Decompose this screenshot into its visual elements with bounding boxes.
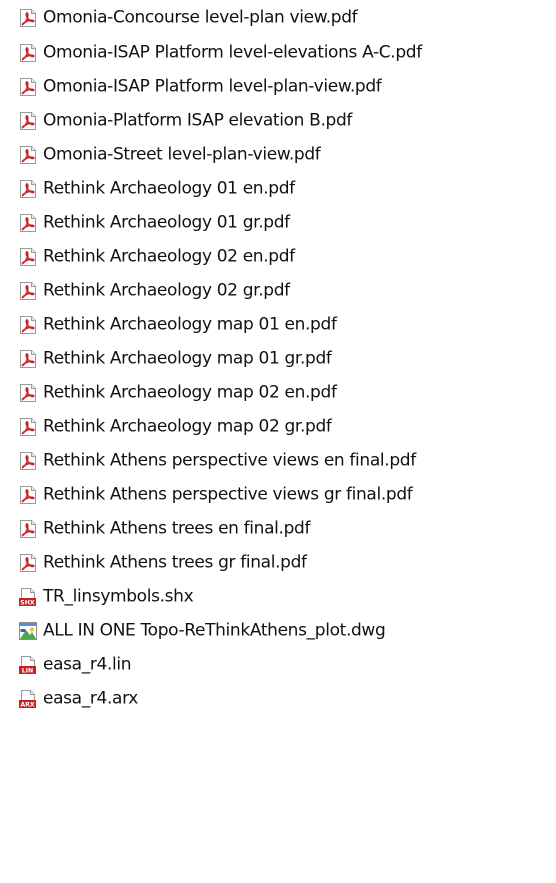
pdf-file-icon [18, 213, 38, 233]
arx-badge-text: ARX [20, 702, 35, 709]
file-list: Omonia-Concourse level-plan view.pdf Omo… [0, 0, 556, 716]
file-name: Rethink Archaeology map 02 en.pdf [43, 382, 337, 403]
pdf-file-icon [18, 179, 38, 199]
file-name: Rethink Archaeology 02 gr.pdf [43, 280, 290, 301]
file-name: Rethink Archaeology map 01 gr.pdf [43, 348, 332, 369]
file-row[interactable]: Omonia-ISAP Platform level-elevations A-… [0, 36, 556, 70]
file-name: Omonia-Street level-plan-view.pdf [43, 144, 321, 165]
file-name: TR_linsymbols.shx [43, 586, 194, 607]
file-name: Rethink Athens perspective views gr fina… [43, 484, 413, 505]
file-name: Rethink Athens trees gr final.pdf [43, 552, 307, 573]
file-row[interactable]: Rethink Archaeology map 01 en.pdf [0, 308, 556, 342]
shx-file-icon: SHX [18, 587, 38, 607]
file-row[interactable]: Omonia-Street level-plan-view.pdf [0, 138, 556, 172]
file-name: Rethink Athens perspective views en fina… [43, 450, 416, 471]
file-name: Rethink Archaeology 01 en.pdf [43, 178, 295, 199]
file-row[interactable]: Rethink Athens trees gr final.pdf [0, 546, 556, 580]
file-row[interactable]: Rethink Archaeology 02 gr.pdf [0, 274, 556, 308]
pdf-file-icon [18, 315, 38, 335]
file-row[interactable]: Omonia-Concourse level-plan view.pdf [0, 0, 556, 36]
pdf-file-icon [18, 247, 38, 267]
file-row[interactable]: Omonia-Platform ISAP elevation B.pdf [0, 104, 556, 138]
file-row[interactable]: Rethink Archaeology map 01 gr.pdf [0, 342, 556, 376]
file-row[interactable]: Rethink Athens trees en final.pdf [0, 512, 556, 546]
pdf-file-icon [18, 281, 38, 301]
file-name: Omonia-Concourse level-plan view.pdf [43, 7, 358, 28]
file-name: Rethink Archaeology map 01 en.pdf [43, 314, 337, 335]
pdf-file-icon [18, 417, 38, 437]
pdf-file-icon [18, 349, 38, 369]
lin-badge-text: LIN [22, 668, 33, 675]
pdf-file-icon [18, 553, 38, 573]
file-row[interactable]: Rethink Athens perspective views en fina… [0, 444, 556, 478]
file-name: easa_r4.lin [43, 654, 132, 675]
file-name: Rethink Athens trees en final.pdf [43, 518, 311, 539]
file-name: Rethink Archaeology 01 gr.pdf [43, 212, 290, 233]
file-row[interactable]: Omonia-ISAP Platform level-plan-view.pdf [0, 70, 556, 104]
file-name: easa_r4.arx [43, 688, 139, 709]
file-row[interactable]: Rethink Archaeology map 02 en.pdf [0, 376, 556, 410]
file-row[interactable]: Rethink Athens perspective views gr fina… [0, 478, 556, 512]
file-name: Omonia-ISAP Platform level-plan-view.pdf [43, 76, 382, 97]
shx-badge-text: SHX [20, 600, 35, 607]
pdf-file-icon [18, 111, 38, 131]
file-row[interactable]: Rethink Archaeology 01 gr.pdf [0, 206, 556, 240]
arx-file-icon: ARX [18, 689, 38, 709]
file-name: Omonia-ISAP Platform level-elevations A-… [43, 42, 422, 63]
file-name: Rethink Archaeology map 02 gr.pdf [43, 416, 332, 437]
file-row[interactable]: SHX TR_linsymbols.shx [0, 580, 556, 614]
dwg-file-icon [18, 621, 38, 641]
file-row[interactable]: Rethink Archaeology map 02 gr.pdf [0, 410, 556, 444]
pdf-file-icon [18, 77, 38, 97]
pdf-file-icon [18, 519, 38, 539]
file-row[interactable]: Rethink Archaeology 01 en.pdf [0, 172, 556, 206]
file-row[interactable]: ALL IN ONE Topo-ReThinkAthens_plot.dwg [0, 614, 556, 648]
pdf-file-icon [18, 383, 38, 403]
file-name: Rethink Archaeology 02 en.pdf [43, 246, 295, 267]
lin-file-icon: LIN [18, 655, 38, 675]
pdf-file-icon [18, 43, 38, 63]
file-row[interactable]: LIN easa_r4.lin [0, 648, 556, 682]
file-row[interactable]: ARX easa_r4.arx [0, 682, 556, 716]
pdf-file-icon [18, 485, 38, 505]
file-row[interactable]: Rethink Archaeology 02 en.pdf [0, 240, 556, 274]
pdf-file-icon [18, 8, 38, 28]
pdf-file-icon [18, 145, 38, 165]
pdf-file-icon [18, 451, 38, 471]
file-name: Omonia-Platform ISAP elevation B.pdf [43, 110, 353, 131]
file-name: ALL IN ONE Topo-ReThinkAthens_plot.dwg [43, 620, 386, 641]
